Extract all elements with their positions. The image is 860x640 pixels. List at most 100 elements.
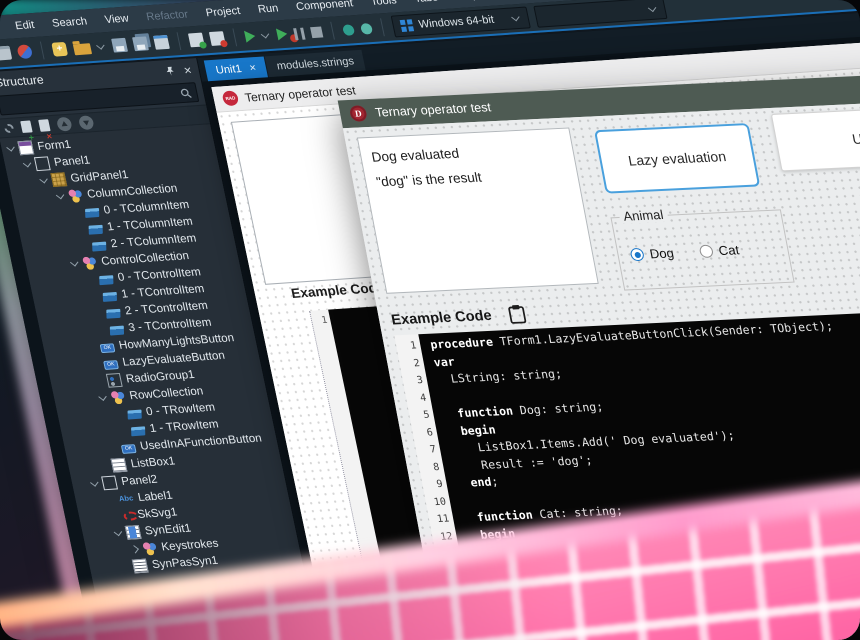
radio-cat[interactable]: Cat bbox=[698, 242, 740, 259]
menu-item-project[interactable]: Project bbox=[196, 4, 251, 19]
chevron-down-icon[interactable] bbox=[261, 30, 269, 38]
run-icon[interactable] bbox=[244, 30, 256, 43]
chevron-down-icon bbox=[648, 4, 656, 12]
coll-icon bbox=[67, 188, 84, 203]
add-item-icon[interactable] bbox=[20, 120, 32, 133]
tab-close-icon[interactable]: × bbox=[248, 62, 257, 74]
tree-chevron-icon[interactable] bbox=[98, 392, 106, 400]
form-icon bbox=[17, 140, 34, 155]
tree-spacer bbox=[92, 361, 99, 367]
tree-spacer bbox=[119, 427, 126, 433]
run-debug-icon[interactable] bbox=[276, 28, 288, 41]
scene: EditSearchViewRefactorProjectRunComponen… bbox=[0, 0, 860, 640]
menu-item-refactor[interactable]: Refactor bbox=[136, 8, 198, 24]
menu-item-edit[interactable]: Edit bbox=[5, 18, 44, 32]
tree-spacer bbox=[87, 276, 94, 282]
radio-dog[interactable]: Dog bbox=[629, 245, 675, 262]
panel-icon bbox=[34, 156, 51, 171]
clipboard-icon[interactable] bbox=[506, 303, 529, 325]
open-project-icon[interactable] bbox=[153, 35, 170, 50]
box-icon bbox=[92, 241, 106, 251]
tree-item-label: SynEdit1 bbox=[144, 522, 192, 537]
box-icon bbox=[110, 325, 124, 335]
menu-item-tabs[interactable]: Tabs bbox=[404, 0, 448, 6]
save-icon[interactable] bbox=[111, 38, 128, 53]
close-icon[interactable]: × bbox=[183, 63, 193, 76]
open-folder-icon[interactable] bbox=[73, 43, 92, 55]
coll-icon bbox=[81, 255, 98, 270]
line-number: 9 bbox=[421, 476, 448, 494]
menu-item-component[interactable]: Component bbox=[286, 0, 363, 14]
tree-item-label: GridPanel1 bbox=[69, 168, 129, 184]
tree-chevron-icon[interactable] bbox=[56, 191, 64, 199]
build-config-select[interactable] bbox=[533, 0, 667, 28]
tab-label: modules.strings bbox=[276, 55, 355, 72]
box-icon bbox=[131, 426, 145, 436]
tree-spacer bbox=[111, 513, 118, 519]
stop-icon[interactable] bbox=[310, 26, 323, 38]
tree-chevron-icon[interactable] bbox=[39, 175, 47, 183]
tree-chevron-icon[interactable] bbox=[6, 143, 14, 151]
tree-item-label: Keystrokes bbox=[160, 537, 219, 553]
move-up-icon[interactable] bbox=[56, 117, 73, 132]
save-all-icon[interactable] bbox=[132, 36, 149, 51]
toolbar-separator bbox=[330, 22, 335, 40]
box-icon bbox=[85, 207, 99, 217]
example-code-label-row: Example Code bbox=[389, 303, 528, 330]
tree-spacer bbox=[122, 563, 129, 569]
line-number: 1 bbox=[395, 337, 422, 355]
tree-item-label: SynPasSyn1 bbox=[151, 554, 219, 570]
tree-chevron-icon[interactable] bbox=[70, 258, 78, 266]
result-listbox[interactable]: Dog evaluated"dog" is the result bbox=[357, 128, 599, 294]
box-icon bbox=[106, 308, 120, 318]
menu-item-view[interactable]: View bbox=[95, 12, 139, 27]
tree-chevron-icon[interactable] bbox=[130, 545, 138, 553]
radio-label: Cat bbox=[717, 242, 740, 258]
move-down-icon[interactable] bbox=[78, 115, 95, 130]
step-over-icon[interactable] bbox=[360, 23, 373, 35]
rad-studio-icon: RAD bbox=[221, 90, 239, 106]
radio-dot bbox=[629, 248, 644, 261]
label-icon bbox=[118, 491, 135, 506]
tree-chevron-icon[interactable] bbox=[114, 527, 122, 535]
menu-item-tools[interactable]: Tools bbox=[361, 0, 407, 9]
search-icon bbox=[179, 87, 192, 99]
radio-icon bbox=[106, 372, 123, 387]
animal-group-label: Animal bbox=[618, 207, 669, 224]
pin-icon[interactable] bbox=[164, 65, 177, 77]
gear-icon[interactable] bbox=[4, 123, 15, 133]
chevron-down-icon[interactable] bbox=[96, 41, 104, 49]
line-number: 7 bbox=[414, 441, 441, 459]
list-icon bbox=[110, 457, 127, 472]
theme-icon[interactable] bbox=[16, 44, 33, 59]
target-platform-select[interactable]: Windows 64-bit bbox=[391, 6, 531, 37]
tree-spacer bbox=[91, 293, 98, 299]
syn-icon bbox=[125, 525, 142, 540]
line-number: 4 bbox=[405, 389, 432, 407]
example-code-label: Example Code bbox=[390, 307, 493, 328]
radio-label: Dog bbox=[648, 245, 675, 261]
btn-icon bbox=[103, 360, 119, 370]
target-platform-value: Windows 64-bit bbox=[418, 13, 508, 31]
menu-item-help[interactable]: Help bbox=[445, 0, 488, 3]
delete-item-icon[interactable] bbox=[38, 119, 50, 132]
line-number: 11 bbox=[428, 510, 455, 528]
remove-window-icon[interactable] bbox=[209, 31, 226, 46]
pause-icon[interactable] bbox=[293, 27, 305, 40]
new-items-icon[interactable] bbox=[51, 42, 68, 57]
tree-spacer bbox=[107, 496, 114, 502]
tree-chevron-icon[interactable] bbox=[90, 478, 98, 486]
add-window-icon[interactable] bbox=[188, 33, 205, 48]
trace-into-icon[interactable] bbox=[342, 24, 355, 36]
menu-item-search[interactable]: Search bbox=[42, 15, 97, 30]
tree-item-label: ListBox1 bbox=[130, 455, 177, 470]
lazy-evaluation-button[interactable]: Lazy evaluation bbox=[594, 123, 760, 194]
used-in-a-function-button[interactable]: Used in a function bbox=[771, 101, 860, 171]
line-number: 2 bbox=[398, 355, 425, 373]
box-icon bbox=[103, 291, 117, 301]
palette-icon[interactable] bbox=[0, 46, 12, 61]
menu-item-run[interactable]: Run bbox=[248, 2, 289, 16]
delphi-app-icon: D bbox=[349, 105, 368, 122]
tree-spacer bbox=[89, 344, 96, 350]
tree-chevron-icon[interactable] bbox=[23, 159, 31, 167]
